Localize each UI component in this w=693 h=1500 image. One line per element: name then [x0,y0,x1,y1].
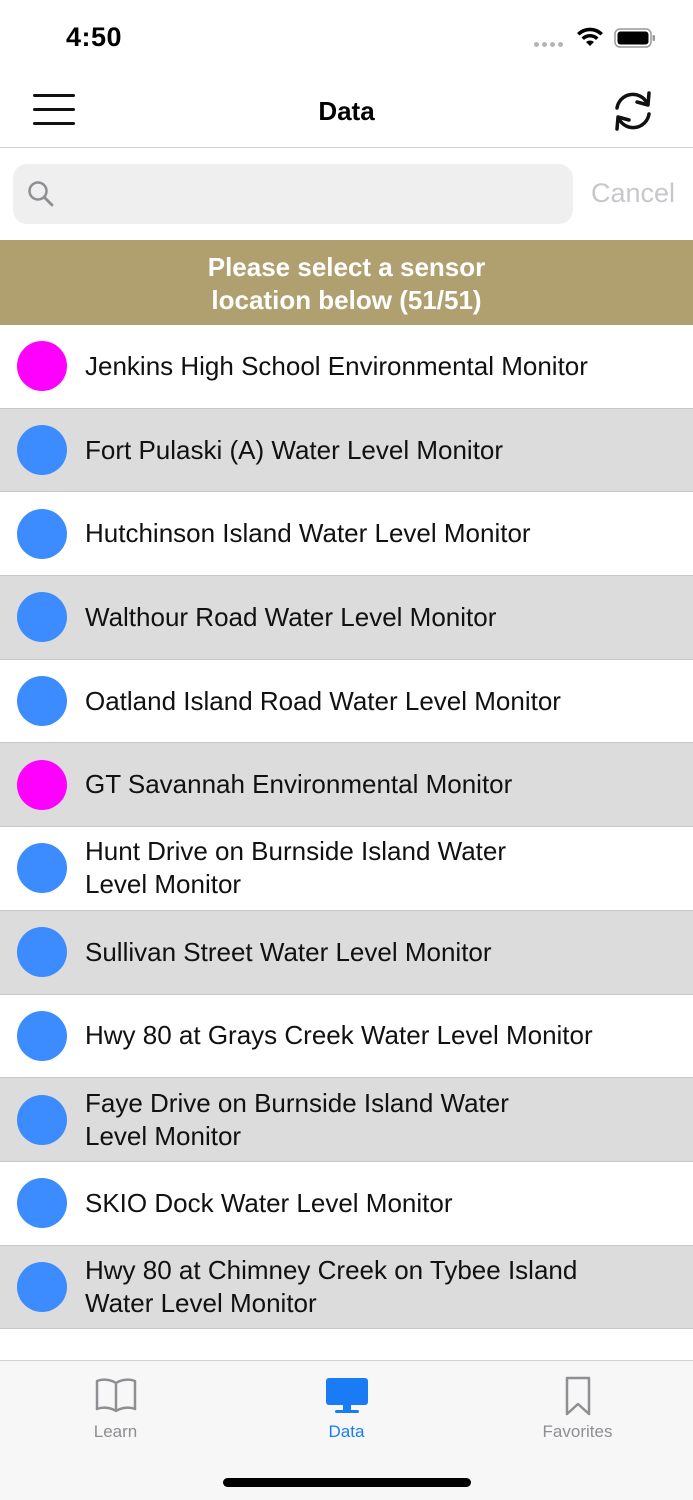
sensor-label-line-1: Hutchinson Island Water Level Monitor [85,518,531,549]
tab-favorites-label: Favorites [542,1422,613,1441]
sensor-label-line-1: SKIO Dock Water Level Monitor [85,1187,453,1218]
bookmark-icon [565,1376,590,1416]
tab-data[interactable]: Data [231,1361,462,1451]
sensor-label-line-1: Hunt Drive on Burnside Island Water [85,836,507,867]
sensor-list-item[interactable]: Sullivan Street Water Level Monitor [0,910,693,995]
water-level-sensor-dot-icon [17,425,67,476]
search-bar: Cancel [0,148,693,240]
wifi-icon [577,27,603,46]
sensor-label-line-1: Fort Pulaski (A) Water Level Monitor [85,434,504,465]
tab-learn-label: Learn [93,1422,138,1441]
water-level-sensor-dot-icon [17,592,67,643]
sensor-list-item[interactable]: Walthour Road Water Level Monitor [0,576,693,660]
water-level-sensor-dot-icon [17,1094,67,1145]
sensor-label: Faye Drive on Burnside Island Water Level… [85,1087,645,1153]
sensor-label: GT Savannah Environmental Monitor [85,768,645,801]
sensor-label-line-1: GT Savannah Environmental Monitor [85,769,513,800]
sensor-label: Sullivan Street Water Level Monitor [85,936,645,969]
battery-icon [614,28,655,48]
sensor-label: Hunt Drive on Burnside Island Water Level… [85,835,645,901]
sensor-list-item[interactable]: Oatland Island Road Water Level Monitor [0,659,693,744]
sensor-label-line-2: Level Monitor [85,1120,242,1151]
water-level-sensor-dot-icon [17,1261,67,1312]
water-level-sensor-dot-icon [17,508,67,559]
monitor-icon [325,1378,368,1413]
environmental-sensor-dot-icon [17,341,67,392]
sensor-label-line-1: Hwy 80 at Chimney Creek on Tybee Island [85,1254,578,1285]
sensor-label: Hwy 80 at Grays Creek Water Level Monito… [85,1019,645,1052]
water-level-sensor-dot-icon [17,843,67,894]
banner-line-1: Please select a sensor [207,252,486,282]
status-bar: 4:50 [0,0,693,78]
environmental-sensor-dot-icon [17,759,67,810]
sensor-list-item[interactable]: Hunt Drive on Burnside Island Water Level… [0,827,693,911]
book-icon [95,1378,136,1413]
tab-favorites[interactable]: Favorites [462,1361,693,1451]
refresh-icon[interactable] [610,88,656,134]
home-indicator [223,1478,471,1487]
banner-line-2: location below (51/51) [211,285,482,315]
sensor-list-item[interactable]: Faye Drive on Burnside Island Water Level… [0,1078,693,1162]
status-time: 4:50 [66,22,123,52]
sensor-label: Jenkins High School Environmental Monito… [85,350,645,383]
sensor-selection-banner: Please select a sensor location below (5… [0,240,693,325]
sensor-label-line-1: Oatland Island Road Water Level Monitor [85,685,561,716]
water-level-sensor-dot-icon [17,676,67,727]
sensor-list-item[interactable]: GT Savannah Environmental Monitor [0,743,693,828]
sensor-list-item[interactable]: Jenkins High School Environmental Monito… [0,325,693,409]
sensor-label-line-1: Faye Drive on Burnside Island Water [85,1087,509,1118]
sensor-label: Hutchinson Island Water Level Monitor [85,517,645,550]
water-level-sensor-dot-icon [17,1010,67,1061]
sensor-list: Jenkins High School Environmental Monito… [0,325,693,1360]
water-level-sensor-dot-icon [17,927,67,978]
tab-learn[interactable]: Learn [0,1361,231,1451]
sensor-list-item[interactable]: Hwy 80 at Grays Creek Water Level Monito… [0,994,693,1079]
search-icon [28,181,54,207]
sensor-label: SKIO Dock Water Level Monitor [85,1187,645,1220]
sensor-label-line-1: Sullivan Street Water Level Monitor [85,936,492,967]
sensor-label-line-2: Level Monitor [85,869,242,900]
sensor-label-line-1: Hwy 80 at Grays Creek Water Level Monito… [85,1020,593,1051]
sensor-list-item[interactable]: Hutchinson Island Water Level Monitor [0,492,693,577]
search-box[interactable] [13,164,573,224]
page-title: Data [318,96,375,126]
cellular-signal-icon [534,42,563,47]
sensor-label: Hwy 80 at Chimney Creek on Tybee Island W… [85,1254,645,1320]
cancel-button[interactable]: Cancel [591,178,675,209]
sensor-label: Oatland Island Road Water Level Monitor [85,685,645,718]
navigation-bar: Data [0,78,693,148]
water-level-sensor-dot-icon [17,1178,67,1229]
sensor-label-line-2: Water Level Monitor [85,1287,317,1318]
sensor-label: Walthour Road Water Level Monitor [85,601,645,634]
sensor-label: Fort Pulaski (A) Water Level Monitor [85,434,645,467]
search-input[interactable] [65,164,565,224]
sensor-list-item[interactable]: Fort Pulaski (A) Water Level Monitor [0,408,693,493]
sensor-label-line-1: Jenkins High School Environmental Monito… [85,350,588,381]
tab-data-label: Data [328,1422,365,1441]
sensor-label-line-1: Walthour Road Water Level Monitor [85,601,497,632]
sensor-list-item[interactable]: Hwy 80 at Chimney Creek on Tybee Island W… [0,1245,693,1330]
sensor-list-item[interactable]: SKIO Dock Water Level Monitor [0,1161,693,1246]
